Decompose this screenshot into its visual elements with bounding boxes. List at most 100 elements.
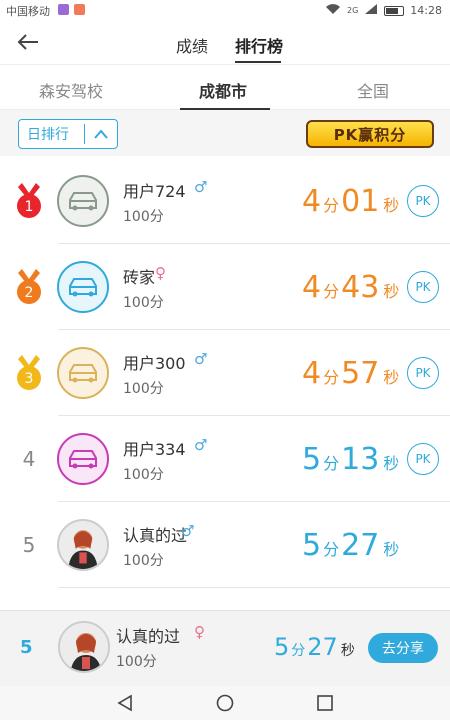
tab-national[interactable]: 全国 xyxy=(357,78,389,102)
tab-city[interactable]: 成都市 xyxy=(199,78,247,102)
time-min-unit: 分 xyxy=(323,282,340,301)
rank-medal-icon: 3 xyxy=(12,355,46,391)
tab-scores[interactable]: 成绩 xyxy=(176,33,208,57)
time-sec-unit: 秒 xyxy=(383,196,400,215)
rank-medal-icon: 1 xyxy=(12,183,46,219)
user-score: 100分 xyxy=(123,209,164,225)
rank-number: 2 xyxy=(25,285,34,301)
back-arrow-icon xyxy=(17,34,38,50)
time-min-unit: 分 xyxy=(323,196,340,215)
username: 认真的过 xyxy=(123,526,188,545)
my-username: 认真的过 xyxy=(116,627,181,646)
pk-button[interactable]: PK xyxy=(407,185,439,217)
period-dropdown[interactable]: 日排行 xyxy=(18,119,118,149)
user-photo-avatar xyxy=(57,519,109,571)
nav-back-icon[interactable] xyxy=(110,688,140,718)
tab-leaderboard[interactable]: 排行榜 xyxy=(235,33,283,57)
network-type: 2G xyxy=(347,6,359,15)
completion-time: 4 分 57 秒 xyxy=(302,356,401,391)
leaderboard-list: 1 用户724 ♂ 100分 4 分 01 秒 PK 2 砖家 ♀ 100分 4… xyxy=(0,158,450,588)
pk-button[interactable]: PK xyxy=(407,357,439,389)
pk-banner-text: PK赢积分 xyxy=(333,125,407,144)
scope-tabs: 森安驾校 成都市 全国 xyxy=(0,64,450,110)
clock: 14:28 xyxy=(410,4,442,17)
username: 砖家 xyxy=(123,268,156,287)
my-score: 100分 xyxy=(116,654,157,670)
time-sec-unit: 秒 xyxy=(383,454,400,473)
rank-cell: 5 xyxy=(12,527,46,563)
username: 用户334 xyxy=(123,440,186,459)
carrier-label: 中国移动 xyxy=(6,5,50,18)
time-sec-unit: 秒 xyxy=(383,368,400,387)
time-min-unit: 分 xyxy=(291,643,306,659)
rank-number: 1 xyxy=(25,199,34,215)
rank-number: 5 xyxy=(22,533,36,557)
car-icon xyxy=(69,192,97,211)
user-photo-icon xyxy=(68,530,98,569)
time-seconds: 01 xyxy=(341,184,380,219)
time-seconds: 43 xyxy=(341,270,380,305)
time-minutes: 4 xyxy=(302,356,322,391)
male-icon: ♂ xyxy=(194,178,208,196)
leaderboard-row[interactable]: 3 用户300 ♂ 100分 4 分 57 秒 PK xyxy=(0,330,450,416)
car-avatar xyxy=(57,261,109,313)
time-minutes: 5 xyxy=(302,528,322,563)
time-minutes: 5 xyxy=(302,442,322,477)
battery-icon xyxy=(384,5,405,16)
leaderboard-row[interactable]: 2 砖家 ♀ 100分 4 分 43 秒 PK xyxy=(0,244,450,330)
leaderboard-row[interactable]: 1 用户724 ♂ 100分 4 分 01 秒 PK xyxy=(0,158,450,244)
chevron-up-icon xyxy=(85,129,117,139)
back-button[interactable] xyxy=(14,29,42,55)
tab-school[interactable]: 森安驾校 xyxy=(39,78,103,102)
wifi-icon xyxy=(325,3,341,18)
my-time: 5 分 27 秒 xyxy=(274,633,355,661)
male-icon: ♂ xyxy=(194,436,208,454)
time-seconds: 13 xyxy=(341,442,380,477)
app-notification-icon xyxy=(74,4,85,15)
pk-points-banner[interactable]: PK赢积分 xyxy=(306,120,434,148)
car-avatar xyxy=(57,175,109,227)
title-bar: 成绩 排行榜 xyxy=(0,20,450,64)
share-button[interactable]: 去分享 xyxy=(368,633,438,663)
nav-home-icon[interactable] xyxy=(210,688,240,718)
time-min-unit: 分 xyxy=(323,454,340,473)
car-avatar xyxy=(57,347,109,399)
pk-button[interactable]: PK xyxy=(407,271,439,303)
leaderboard-row[interactable]: 4 用户334 ♂ 100分 5 分 13 秒 PK xyxy=(0,416,450,502)
leaderboard-controls: 日排行 PK赢积分 xyxy=(0,110,450,156)
car-icon xyxy=(69,278,97,297)
status-bar: 中国移动 2G 14:28 xyxy=(0,0,450,20)
pk-button[interactable]: PK xyxy=(407,443,439,475)
male-icon: ♂ xyxy=(194,350,208,368)
rank-number: 4 xyxy=(22,447,36,471)
period-label: 日排行 xyxy=(27,127,69,143)
female-icon: ♀ xyxy=(194,623,205,641)
username: 用户300 xyxy=(123,354,186,373)
user-photo-icon xyxy=(60,623,108,671)
time-min-unit: 分 xyxy=(323,540,340,559)
time-sec-unit: 秒 xyxy=(383,540,400,559)
time-seconds: 27 xyxy=(341,528,380,563)
user-score: 100分 xyxy=(123,381,164,397)
user-score: 100分 xyxy=(123,553,164,569)
completion-time: 4 分 01 秒 xyxy=(302,184,401,219)
completion-time: 5 分 27 秒 xyxy=(302,528,401,563)
car-icon xyxy=(69,364,97,383)
rank-medal-icon: 2 xyxy=(12,269,46,305)
nav-recents-icon[interactable] xyxy=(310,688,340,718)
user-score: 100分 xyxy=(123,467,164,483)
time-minutes: 4 xyxy=(302,270,322,305)
username: 用户724 xyxy=(123,182,186,201)
time-min-unit: 分 xyxy=(323,368,340,387)
time-sec-unit: 秒 xyxy=(340,643,355,659)
signal-icon xyxy=(364,3,378,18)
car-icon xyxy=(69,450,97,469)
my-rank-bar: 5 认真的过 ♀ 100分 5 分 27 秒 去分享 xyxy=(0,610,450,686)
time-seconds: 27 xyxy=(307,633,338,661)
leaderboard-row[interactable]: 5 认真的过 ♂ 100分 5 分 27 秒 xyxy=(0,502,450,588)
completion-time: 5 分 13 秒 xyxy=(302,442,401,477)
divider xyxy=(58,587,450,588)
completion-time: 4 分 43 秒 xyxy=(302,270,401,305)
app-notification-icon xyxy=(58,4,69,15)
system-nav-bar xyxy=(0,686,450,720)
